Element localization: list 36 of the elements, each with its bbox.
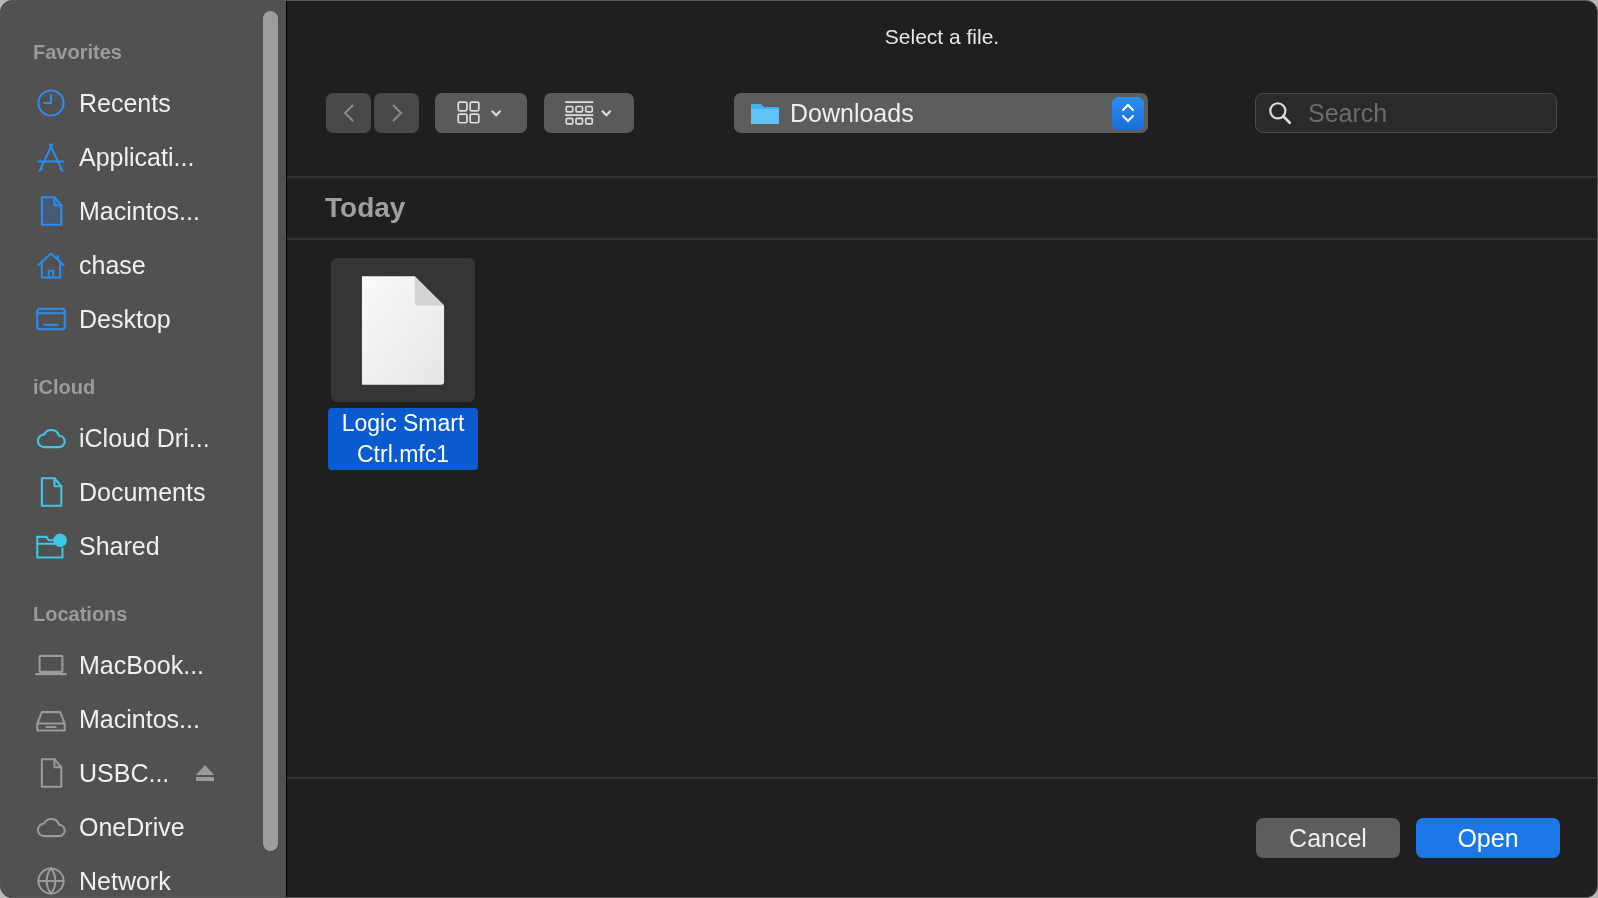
folder-icon xyxy=(750,101,780,125)
sidebar-item[interactable]: USBC... xyxy=(35,746,255,800)
sidebar-item[interactable]: OneDrive xyxy=(35,800,255,854)
icon-view-button[interactable] xyxy=(435,93,527,133)
sidebar-item[interactable]: iCloud Dri... xyxy=(35,411,255,465)
clock-icon xyxy=(35,87,67,119)
group-button[interactable] xyxy=(544,93,634,133)
window-title: Select a file. xyxy=(883,24,1001,50)
sidebar-item[interactable]: MacBook... xyxy=(35,638,255,692)
sidebar-section-heading: iCloud xyxy=(33,376,97,399)
location-dropdown[interactable]: Downloads xyxy=(734,93,1148,133)
open-button[interactable]: Open xyxy=(1416,818,1560,858)
globe-icon xyxy=(35,865,67,897)
search-field[interactable]: Search xyxy=(1255,93,1557,133)
sidebar-section-heading: Locations xyxy=(33,603,129,626)
group-heading: Today xyxy=(287,178,1597,240)
eject-icon[interactable] xyxy=(195,764,216,782)
stepper-icon xyxy=(1112,96,1144,130)
sidebar-item[interactable]: chase xyxy=(35,238,255,292)
sidebar-item[interactable]: Documents xyxy=(35,465,255,519)
sidebar-item[interactable]: Applicati... xyxy=(35,130,255,184)
cancel-button[interactable]: Cancel xyxy=(1256,818,1400,858)
sidebar-item[interactable]: Network xyxy=(35,854,255,897)
chevron-right-icon xyxy=(390,103,403,123)
apps-icon xyxy=(35,141,67,173)
file-name: Logic Smart Ctrl.mfc1 xyxy=(328,408,478,470)
sidebar-item[interactable]: Recents xyxy=(35,76,255,130)
sidebar-item[interactable]: Macintos... xyxy=(35,692,255,746)
search-icon xyxy=(1267,100,1293,126)
sidebar-item[interactable]: Macintos... xyxy=(35,184,255,238)
chevron-left-icon xyxy=(342,103,355,123)
scrollbar-thumb[interactable] xyxy=(263,11,278,851)
sidebar-item[interactable]: Desktop xyxy=(35,292,255,346)
file-item[interactable]: Logic Smart Ctrl.mfc1 xyxy=(327,258,479,470)
sidebar-item[interactable]: Shared xyxy=(35,519,255,573)
sidebar-section-heading: Favorites xyxy=(33,41,123,64)
